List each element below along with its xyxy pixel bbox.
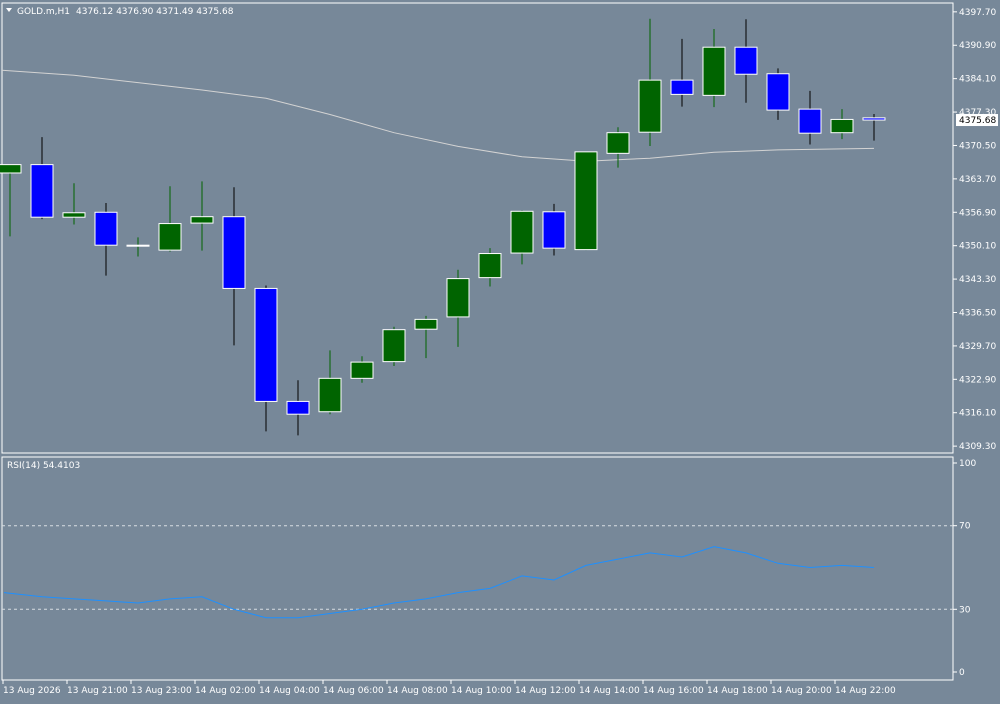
price-tick-label: 4363.70 xyxy=(959,175,996,185)
candle xyxy=(478,248,502,287)
symbol-label: GOLD.m,H1 xyxy=(17,7,70,17)
time-tick-label: 13 Aug 23:00 xyxy=(131,686,192,696)
candle xyxy=(30,137,54,220)
time-tick-label: 14 Aug 04:00 xyxy=(259,686,320,696)
candle-body xyxy=(638,79,662,133)
rsi-tick-label: 70 xyxy=(959,522,971,532)
candle-body xyxy=(382,329,406,363)
candle xyxy=(574,151,598,251)
time-tick-label: 14 Aug 16:00 xyxy=(643,686,704,696)
candle-body xyxy=(606,132,630,154)
candle-body xyxy=(190,216,214,224)
candle xyxy=(94,202,118,276)
price-tick-label: 4384.10 xyxy=(959,75,996,85)
candle xyxy=(670,38,694,107)
candle-body xyxy=(478,253,502,279)
time-tick-label: 13 Aug 21:00 xyxy=(67,686,128,696)
candle-body xyxy=(222,216,246,289)
candle xyxy=(126,237,150,257)
time-tick-label: 14 Aug 02:00 xyxy=(195,686,256,696)
candle-body xyxy=(318,377,342,413)
rsi-line xyxy=(3,546,875,619)
time-tick-label: 14 Aug 06:00 xyxy=(323,686,384,696)
candle xyxy=(542,203,566,256)
candle xyxy=(0,164,22,237)
candle xyxy=(830,109,854,140)
candle-body xyxy=(286,400,310,415)
candle xyxy=(190,181,214,251)
candle-body xyxy=(862,117,886,121)
price-tick-label: 4336.50 xyxy=(959,308,996,318)
candle-body xyxy=(766,73,790,111)
time-tick-label: 14 Aug 22:00 xyxy=(835,686,896,696)
price-tick-label: 4350.10 xyxy=(959,242,996,252)
price-tick-label: 4316.10 xyxy=(959,409,996,419)
time-tick-label: 14 Aug 08:00 xyxy=(387,686,448,696)
candle-body xyxy=(350,361,374,379)
candle-body xyxy=(510,210,534,254)
candle-body xyxy=(414,318,438,330)
symbol-dropdown-icon[interactable] xyxy=(6,8,12,12)
candle xyxy=(254,285,278,432)
candle-body xyxy=(670,79,694,95)
price-tick-label: 4343.30 xyxy=(959,275,996,285)
time-tick-label: 14 Aug 18:00 xyxy=(707,686,768,696)
price-tick-label: 4370.50 xyxy=(959,141,996,151)
chart-window[interactable]: 4397.70 4390.90 4384.10 4377.30 4370.50 4363.… xyxy=(0,0,1000,700)
candle-body xyxy=(574,151,598,251)
candle-body xyxy=(254,287,278,402)
rsi-tick-label: 0 xyxy=(959,668,965,678)
time-tick-label: 13 Aug 2026 xyxy=(3,686,61,696)
time-tick-label: 14 Aug 20:00 xyxy=(771,686,832,696)
candle-body xyxy=(126,244,150,247)
time-tick-label: 14 Aug 14:00 xyxy=(579,686,640,696)
time-tick-label: 14 Aug 12:00 xyxy=(515,686,576,696)
candle xyxy=(414,315,438,359)
candle xyxy=(798,90,822,145)
candle-body xyxy=(94,211,118,246)
candle xyxy=(510,210,534,265)
last-price-label: 4375.68 xyxy=(959,116,996,126)
candle-body xyxy=(798,108,822,134)
rsi-tick-label: 30 xyxy=(959,605,971,615)
chart-canvas[interactable]: 4397.704390.904384.104377.304370.504363.… xyxy=(0,0,1000,700)
rsi-tick-label: 100 xyxy=(959,459,976,469)
rsi-label: RSI(14) 54.4103 xyxy=(7,461,80,471)
candle xyxy=(446,269,470,347)
candle xyxy=(382,326,406,367)
candle-body xyxy=(446,278,470,318)
rsi-panel-frame xyxy=(1,456,954,681)
candle xyxy=(766,68,790,120)
candle-body xyxy=(0,164,22,174)
candle xyxy=(222,187,246,346)
candle-body xyxy=(542,211,566,249)
candle xyxy=(734,19,758,103)
price-tick-label: 4329.70 xyxy=(959,342,996,352)
candle xyxy=(286,380,310,436)
candle xyxy=(702,29,726,108)
candle xyxy=(638,18,662,146)
moving-average-line xyxy=(1,69,875,162)
time-tick-label: 14 Aug 10:00 xyxy=(451,686,512,696)
price-tick-label: 4322.90 xyxy=(959,375,996,385)
candle xyxy=(862,114,886,141)
main-chart-frame xyxy=(1,2,954,454)
price-tick-label: 4309.30 xyxy=(959,442,996,452)
candle xyxy=(606,127,630,168)
candle xyxy=(318,350,342,415)
candle xyxy=(158,186,182,252)
candle-body xyxy=(702,46,726,96)
candle xyxy=(350,356,374,383)
ohlc-readout: 4376.12 4376.90 4371.49 4375.68 xyxy=(76,7,234,17)
price-tick-label: 4356.90 xyxy=(959,208,996,218)
candle-body xyxy=(30,164,54,218)
price-tick-label: 4397.70 xyxy=(959,8,996,18)
candle xyxy=(62,183,86,225)
price-tick-label: 4390.90 xyxy=(959,41,996,51)
candle-body xyxy=(158,223,182,251)
candle-body xyxy=(62,212,86,218)
candle-body xyxy=(734,46,758,75)
candle-body xyxy=(830,118,854,134)
